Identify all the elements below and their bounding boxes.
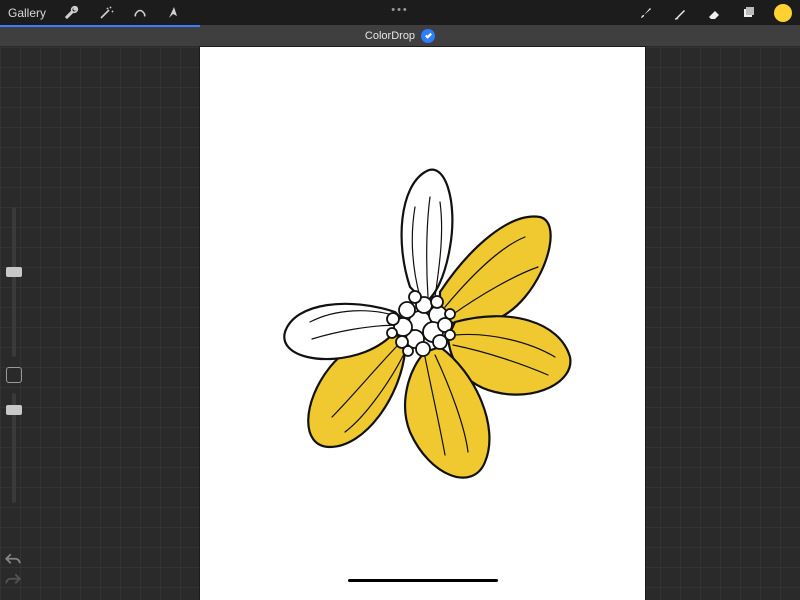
artwork-flower bbox=[240, 147, 600, 507]
canvas[interactable] bbox=[200, 47, 645, 600]
brush-size-thumb[interactable] bbox=[6, 267, 22, 277]
modify-tool-button[interactable] bbox=[6, 367, 22, 383]
check-icon bbox=[421, 29, 435, 43]
eraser-icon[interactable] bbox=[706, 5, 722, 21]
left-rail bbox=[4, 207, 24, 503]
color-swatch[interactable] bbox=[774, 4, 792, 22]
wrench-icon[interactable] bbox=[64, 5, 80, 21]
colordrop-progress bbox=[0, 25, 200, 27]
history-controls bbox=[4, 552, 22, 586]
opacity-thumb[interactable] bbox=[6, 405, 22, 415]
notification-label: ColorDrop bbox=[365, 30, 415, 42]
move-icon[interactable] bbox=[166, 5, 182, 21]
gallery-button[interactable]: Gallery bbox=[8, 6, 46, 20]
smudge-icon[interactable] bbox=[672, 5, 688, 21]
layers-icon[interactable] bbox=[740, 5, 756, 21]
modify-menu-button[interactable]: ••• bbox=[391, 4, 409, 16]
brush-icon[interactable] bbox=[638, 5, 654, 21]
wand-icon[interactable] bbox=[98, 5, 114, 21]
brush-size-slider[interactable] bbox=[12, 207, 16, 357]
select-icon[interactable] bbox=[132, 5, 148, 21]
toolbar-right-group bbox=[638, 4, 792, 22]
notification-bar: ColorDrop bbox=[0, 25, 800, 47]
undo-icon[interactable] bbox=[4, 552, 22, 566]
toolbar-left-group: Gallery bbox=[8, 5, 182, 21]
home-indicator bbox=[348, 579, 498, 582]
workspace bbox=[0, 47, 800, 600]
opacity-slider[interactable] bbox=[12, 393, 16, 503]
redo-icon[interactable] bbox=[4, 572, 22, 586]
top-toolbar: Gallery ••• bbox=[0, 0, 800, 25]
